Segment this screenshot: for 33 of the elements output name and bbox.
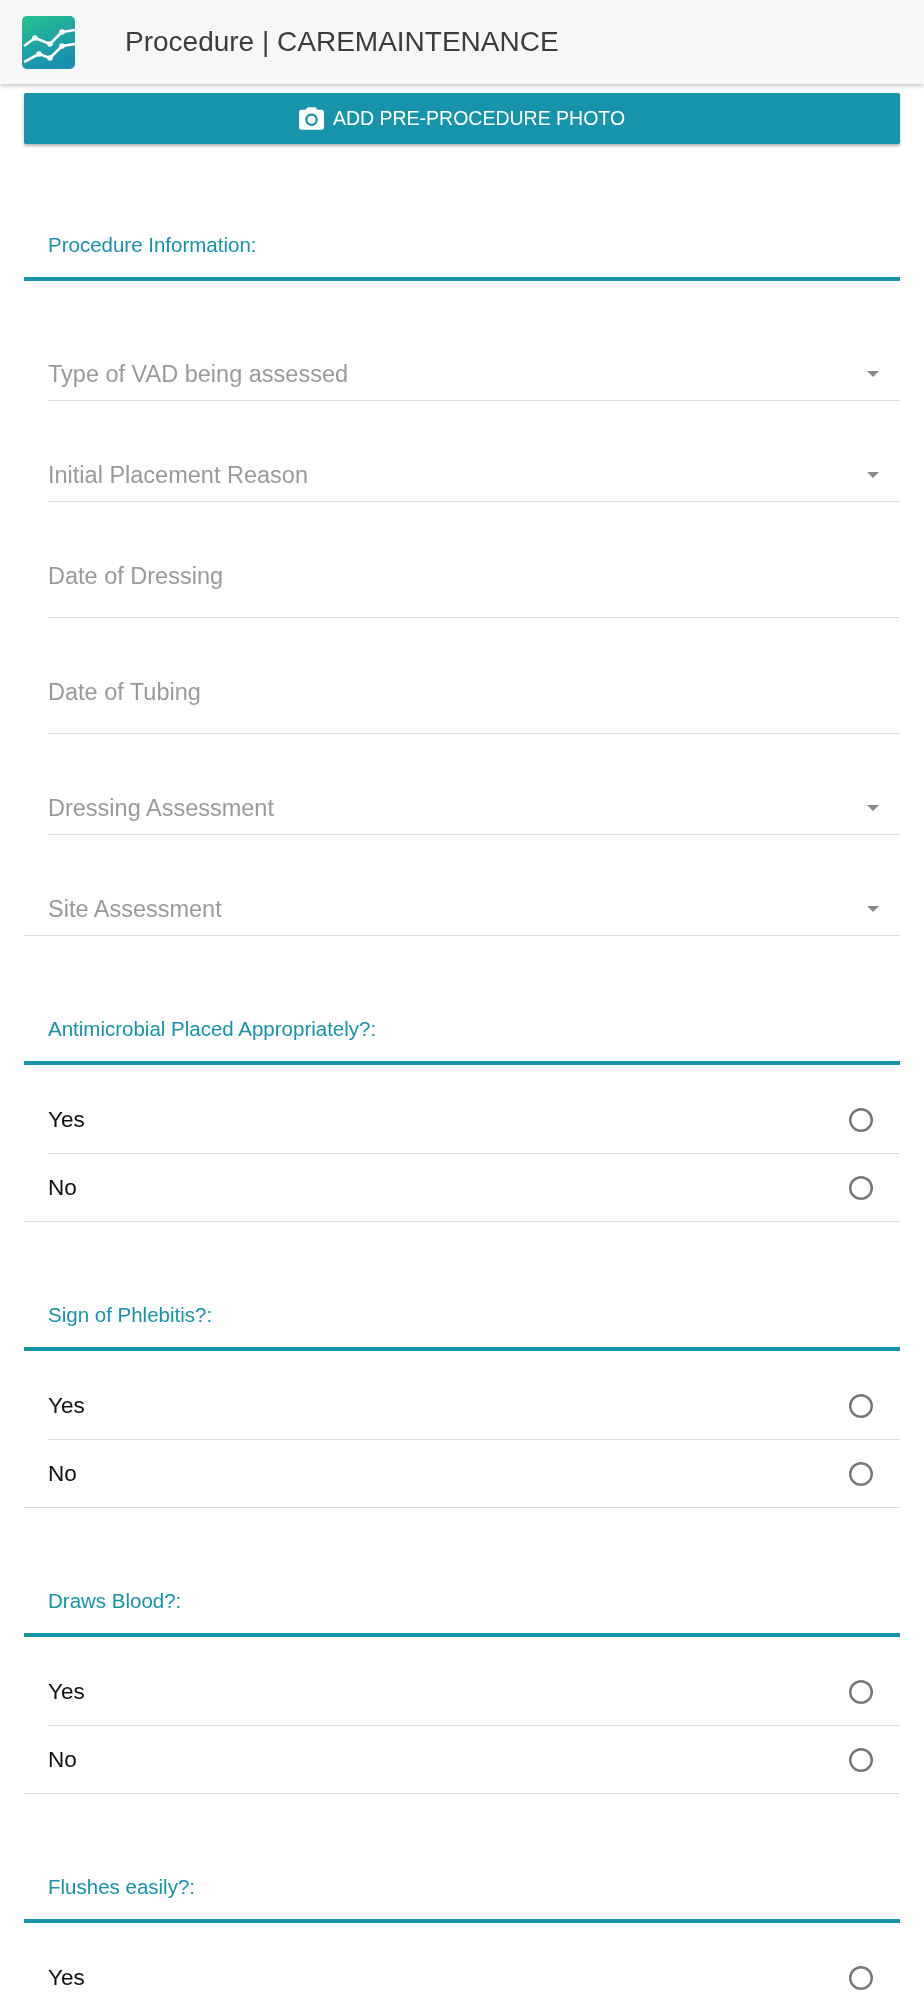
camera-icon bbox=[298, 107, 324, 130]
radio-button[interactable] bbox=[849, 1175, 873, 1200]
question-heading: Sign of Phlebitis?: bbox=[47, 1303, 214, 1327]
radio-button[interactable] bbox=[849, 1679, 873, 1704]
select-field[interactable]: Initial Placement Reason bbox=[48, 448, 900, 502]
question-heading: Flushes easily?: bbox=[47, 1875, 196, 1899]
dropdown-arrow-icon bbox=[867, 805, 879, 811]
option-label: Yes bbox=[48, 1392, 85, 1419]
date-field[interactable]: Date of Tubing bbox=[48, 665, 900, 734]
option-label: Yes bbox=[48, 1678, 85, 1705]
option-label: No bbox=[48, 1460, 77, 1487]
app-logo bbox=[22, 15, 75, 69]
select-field[interactable]: Dressing Assessment bbox=[48, 781, 900, 835]
section-heading: Procedure Information: bbox=[47, 233, 258, 257]
page-title: Procedure | CAREMAINTENANCE bbox=[125, 26, 559, 58]
radio-button[interactable] bbox=[849, 1747, 873, 1772]
question-heading: Draws Blood?: bbox=[47, 1589, 183, 1613]
radio-button[interactable] bbox=[849, 1393, 873, 1418]
option-label: Yes bbox=[48, 1106, 85, 1133]
radio-button[interactable] bbox=[849, 1965, 873, 1990]
select-field[interactable]: Site Assessment bbox=[24, 882, 900, 936]
date-field[interactable]: Date of Dressing bbox=[48, 549, 900, 618]
radio-button[interactable] bbox=[849, 1107, 873, 1132]
radio-button[interactable] bbox=[849, 1461, 873, 1486]
dropdown-arrow-icon bbox=[867, 472, 879, 478]
option-label: No bbox=[48, 1746, 77, 1773]
add-photo-button[interactable]: ADD PRE-PROCEDURE PHOTO bbox=[24, 93, 900, 144]
dropdown-arrow-icon bbox=[867, 906, 879, 912]
option-label: No bbox=[48, 1174, 77, 1201]
option-label: Yes bbox=[48, 1964, 85, 1991]
question-heading: Antimicrobial Placed Appropriately?: bbox=[47, 1017, 378, 1041]
dropdown-arrow-icon bbox=[867, 371, 879, 377]
select-field[interactable]: Type of VAD being assessed bbox=[48, 347, 900, 401]
